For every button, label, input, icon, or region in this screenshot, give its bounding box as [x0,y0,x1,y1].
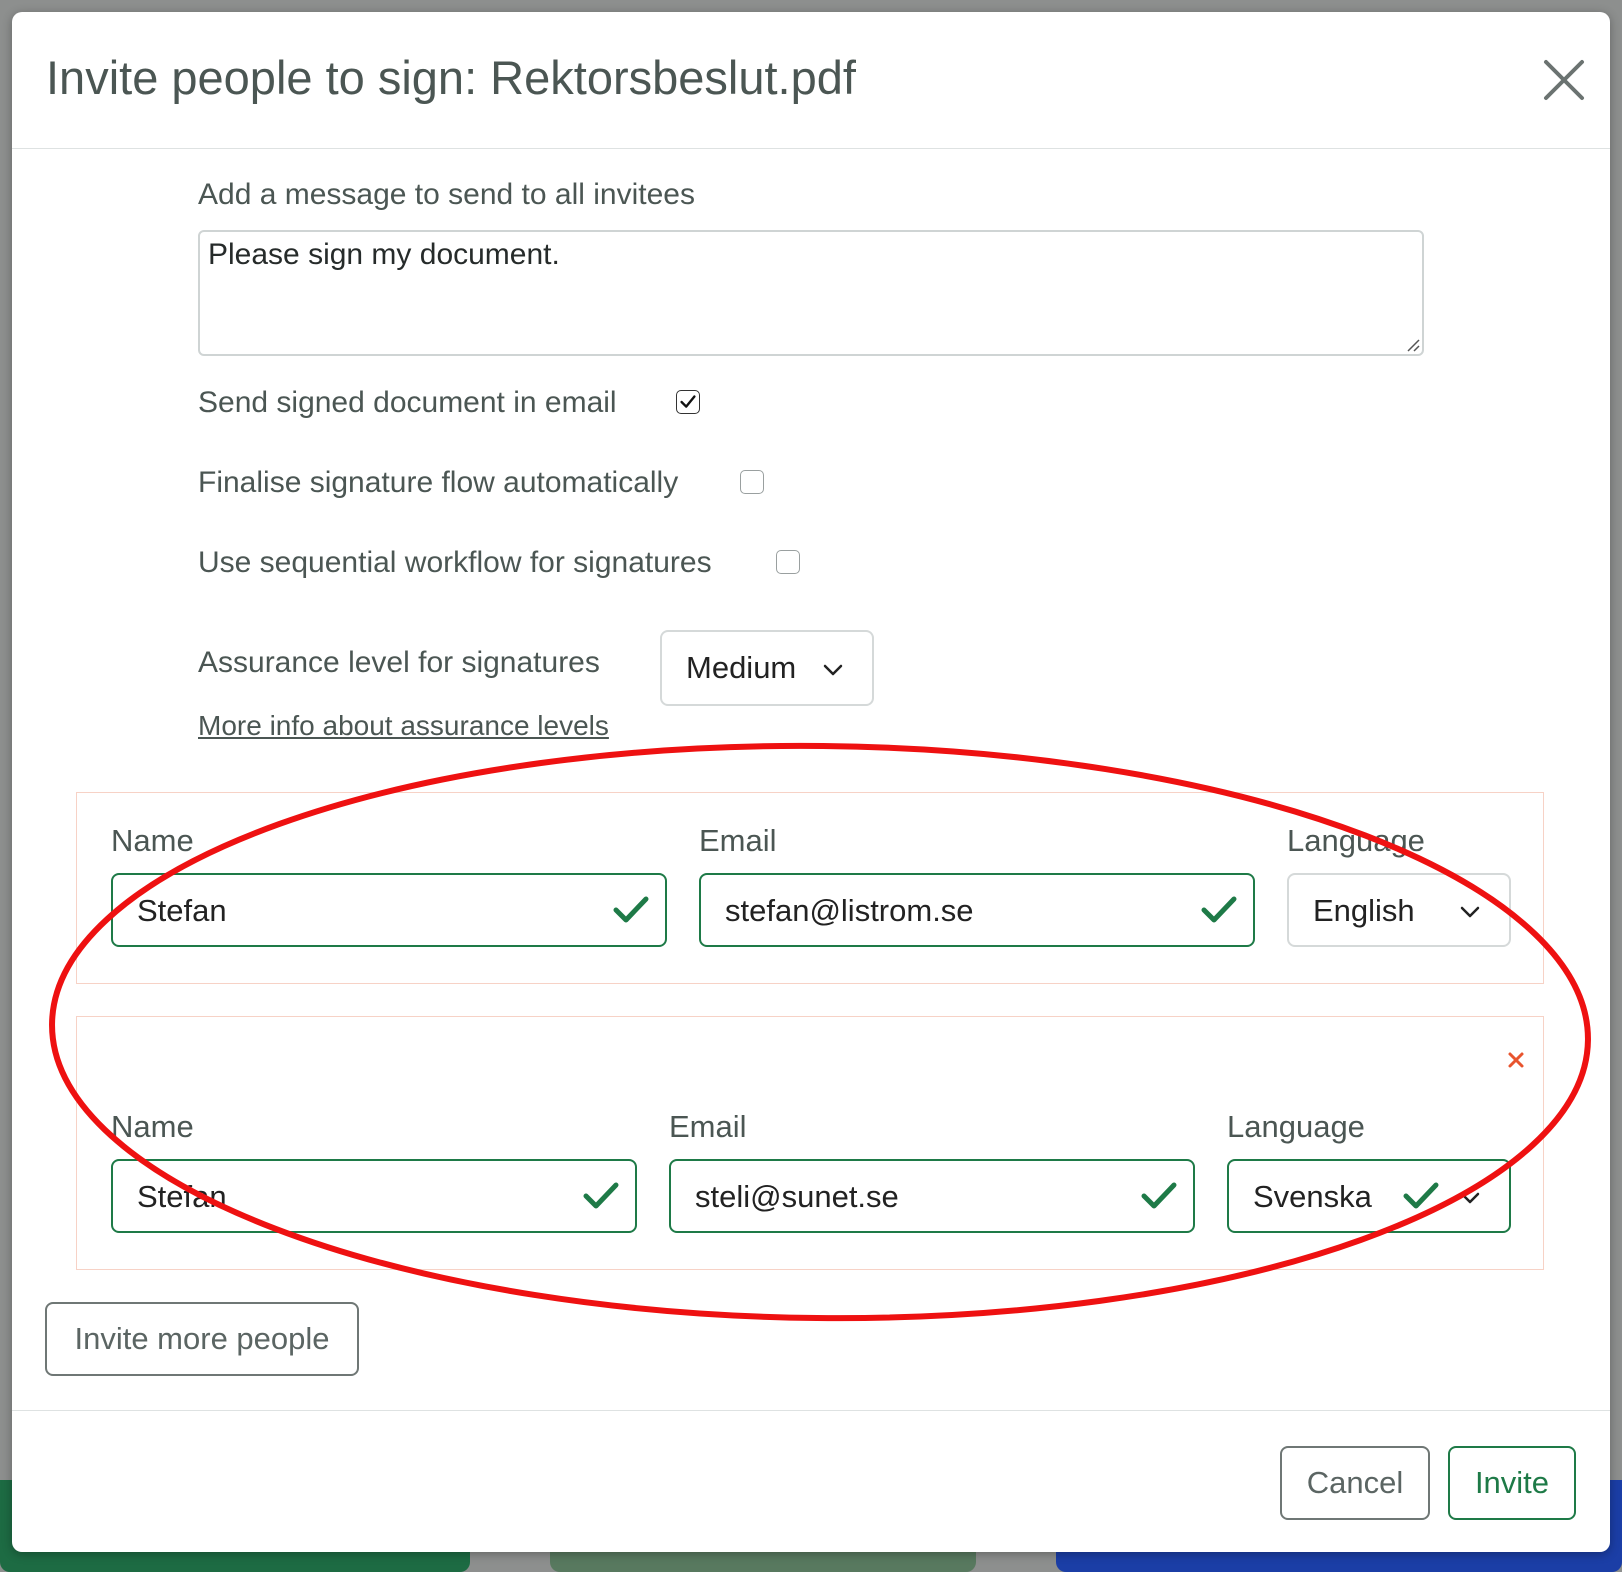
name-value: Stefan [137,1179,227,1214]
language-label: Language [1287,823,1425,858]
email-value: stefan@listrom.se [725,893,974,928]
name-input[interactable]: Stefan [111,1159,637,1233]
finalise-label: Finalise signature flow automatically [198,466,679,499]
email-input[interactable]: steli@sunet.se [669,1159,1195,1233]
dialog-header: Invite people to sign: Rektorsbeslut.pdf [12,12,1610,149]
invite-more-button[interactable]: Invite more people [45,1302,359,1376]
name-label: Name [111,1109,194,1144]
assurance-label: Assurance level for signatures [198,646,600,679]
close-icon[interactable] [1540,56,1588,104]
invitee-card-1: Name Stefan Email stefan@listrom.se Lang… [76,792,1544,984]
sequential-checkbox[interactable] [776,550,800,574]
language-value: Svenska [1253,1179,1372,1214]
assurance-info-link[interactable]: More info about assurance levels [198,710,609,742]
valid-check-icon [613,896,649,923]
language-select[interactable]: English [1287,873,1511,947]
email-value: steli@sunet.se [695,1179,899,1214]
assurance-select[interactable]: Medium [660,630,874,706]
message-value: Please sign my document. [208,238,560,271]
resize-handle-icon[interactable] [1406,338,1420,352]
assurance-value: Medium [686,650,797,685]
message-textarea[interactable]: Please sign my document. [198,230,1424,356]
message-label: Add a message to send to all invitees [198,178,695,211]
valid-check-icon [1201,896,1237,923]
email-label: Email [699,823,777,858]
dialog-title: Invite people to sign: Rektorsbeslut.pdf [46,51,856,104]
language-value: English [1313,893,1415,928]
name-input[interactable]: Stefan [111,873,667,947]
remove-x-icon[interactable] [1507,1051,1525,1069]
email-input[interactable]: stefan@listrom.se [699,873,1255,947]
send-signed-checkbox[interactable] [676,390,700,414]
valid-check-icon [1141,1182,1177,1209]
finalise-checkbox[interactable] [740,470,764,494]
name-label: Name [111,823,194,858]
invite-dialog: Invite people to sign: Rektorsbeslut.pdf… [12,12,1610,1552]
footer-divider [12,1410,1610,1411]
name-value: Stefan [137,893,227,928]
invite-button[interactable]: Invite [1448,1446,1576,1520]
valid-check-icon [1403,1182,1439,1209]
email-label: Email [669,1109,747,1144]
chevron-down-icon [1460,906,1480,918]
invitee-card-2: Name Stefan Email steli@sunet.se Languag… [76,1016,1544,1270]
language-label: Language [1227,1109,1365,1144]
checkmark-icon [680,395,696,408]
valid-check-icon [583,1182,619,1209]
send-signed-label: Send signed document in email [198,386,617,419]
chevron-down-icon [823,664,843,676]
cancel-button[interactable]: Cancel [1280,1446,1430,1520]
language-select[interactable]: Svenska [1227,1159,1511,1233]
chevron-down-icon [1460,1192,1480,1204]
sequential-label: Use sequential workflow for signatures [198,546,712,579]
